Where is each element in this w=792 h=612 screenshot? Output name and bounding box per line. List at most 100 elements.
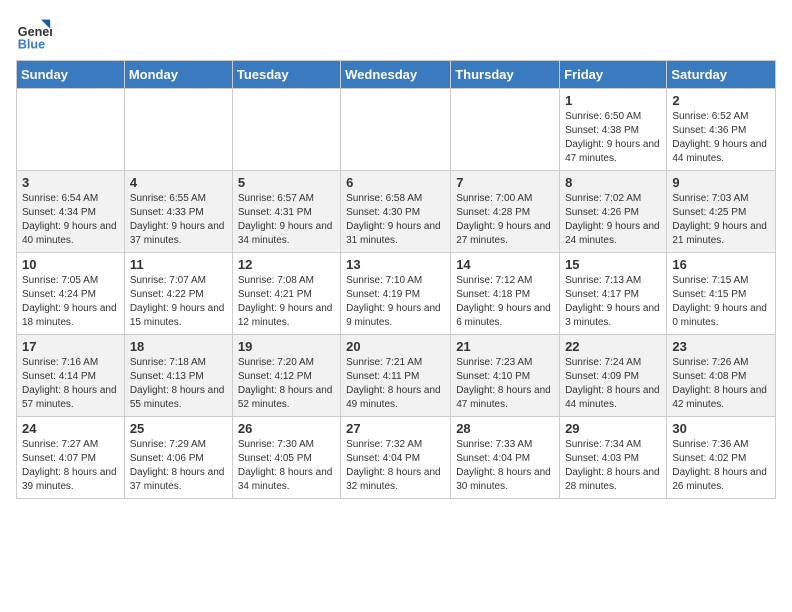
day-info: Sunrise: 7:12 AMSunset: 4:18 PMDaylight:… [456,274,554,330]
calendar-cell: 8 Sunrise: 7:02 AMSunset: 4:26 PMDayligh… [560,171,667,253]
day-info: Sunrise: 7:27 AMSunset: 4:07 PMDaylight:… [22,438,119,494]
day-number: 9 [672,175,770,190]
day-info: Sunrise: 7:02 AMSunset: 4:26 PMDaylight:… [565,192,661,248]
day-info: Sunrise: 6:58 AMSunset: 4:30 PMDaylight:… [346,192,445,248]
calendar-week-row: 3 Sunrise: 6:54 AMSunset: 4:34 PMDayligh… [17,171,776,253]
day-number: 18 [130,339,227,354]
calendar-cell: 24 Sunrise: 7:27 AMSunset: 4:07 PMDaylig… [17,417,125,499]
page-header: General Blue [16,16,776,52]
day-info: Sunrise: 6:50 AMSunset: 4:38 PMDaylight:… [565,110,661,166]
day-info: Sunrise: 6:57 AMSunset: 4:31 PMDaylight:… [238,192,335,248]
day-info: Sunrise: 7:00 AMSunset: 4:28 PMDaylight:… [456,192,554,248]
calendar-week-row: 24 Sunrise: 7:27 AMSunset: 4:07 PMDaylig… [17,417,776,499]
day-info: Sunrise: 7:05 AMSunset: 4:24 PMDaylight:… [22,274,119,330]
day-number: 3 [22,175,119,190]
calendar-cell: 26 Sunrise: 7:30 AMSunset: 4:05 PMDaylig… [232,417,340,499]
day-info: Sunrise: 7:21 AMSunset: 4:11 PMDaylight:… [346,356,445,412]
day-number: 15 [565,257,661,272]
calendar-cell: 11 Sunrise: 7:07 AMSunset: 4:22 PMDaylig… [124,253,232,335]
day-info: Sunrise: 7:13 AMSunset: 4:17 PMDaylight:… [565,274,661,330]
calendar-cell: 6 Sunrise: 6:58 AMSunset: 4:30 PMDayligh… [341,171,451,253]
day-number: 16 [672,257,770,272]
day-number: 20 [346,339,445,354]
day-number: 2 [672,93,770,108]
day-number: 4 [130,175,227,190]
day-info: Sunrise: 7:20 AMSunset: 4:12 PMDaylight:… [238,356,335,412]
day-number: 12 [238,257,335,272]
day-number: 6 [346,175,445,190]
calendar-cell: 30 Sunrise: 7:36 AMSunset: 4:02 PMDaylig… [667,417,776,499]
calendar-cell: 1 Sunrise: 6:50 AMSunset: 4:38 PMDayligh… [560,89,667,171]
weekday-header: Sunday [17,61,125,89]
day-number: 17 [22,339,119,354]
day-number: 11 [130,257,227,272]
day-number: 29 [565,421,661,436]
calendar-cell: 17 Sunrise: 7:16 AMSunset: 4:14 PMDaylig… [17,335,125,417]
calendar-cell: 3 Sunrise: 6:54 AMSunset: 4:34 PMDayligh… [17,171,125,253]
day-number: 30 [672,421,770,436]
day-info: Sunrise: 7:36 AMSunset: 4:02 PMDaylight:… [672,438,770,494]
calendar-week-row: 10 Sunrise: 7:05 AMSunset: 4:24 PMDaylig… [17,253,776,335]
calendar-cell: 10 Sunrise: 7:05 AMSunset: 4:24 PMDaylig… [17,253,125,335]
day-number: 21 [456,339,554,354]
calendar-cell: 13 Sunrise: 7:10 AMSunset: 4:19 PMDaylig… [341,253,451,335]
calendar-cell: 16 Sunrise: 7:15 AMSunset: 4:15 PMDaylig… [667,253,776,335]
day-info: Sunrise: 7:03 AMSunset: 4:25 PMDaylight:… [672,192,770,248]
day-number: 8 [565,175,661,190]
day-info: Sunrise: 7:34 AMSunset: 4:03 PMDaylight:… [565,438,661,494]
day-info: Sunrise: 7:10 AMSunset: 4:19 PMDaylight:… [346,274,445,330]
calendar-cell [232,89,340,171]
calendar-cell: 7 Sunrise: 7:00 AMSunset: 4:28 PMDayligh… [451,171,560,253]
day-info: Sunrise: 7:29 AMSunset: 4:06 PMDaylight:… [130,438,227,494]
day-number: 22 [565,339,661,354]
day-number: 10 [22,257,119,272]
day-number: 19 [238,339,335,354]
weekday-header: Thursday [451,61,560,89]
calendar-header-row: SundayMondayTuesdayWednesdayThursdayFrid… [17,61,776,89]
weekday-header: Wednesday [341,61,451,89]
day-info: Sunrise: 7:32 AMSunset: 4:04 PMDaylight:… [346,438,445,494]
calendar-cell: 4 Sunrise: 6:55 AMSunset: 4:33 PMDayligh… [124,171,232,253]
day-info: Sunrise: 6:54 AMSunset: 4:34 PMDaylight:… [22,192,119,248]
day-number: 24 [22,421,119,436]
calendar-cell: 14 Sunrise: 7:12 AMSunset: 4:18 PMDaylig… [451,253,560,335]
calendar-cell: 18 Sunrise: 7:18 AMSunset: 4:13 PMDaylig… [124,335,232,417]
calendar-cell: 21 Sunrise: 7:23 AMSunset: 4:10 PMDaylig… [451,335,560,417]
day-info: Sunrise: 7:23 AMSunset: 4:10 PMDaylight:… [456,356,554,412]
day-info: Sunrise: 6:55 AMSunset: 4:33 PMDaylight:… [130,192,227,248]
calendar-cell: 12 Sunrise: 7:08 AMSunset: 4:21 PMDaylig… [232,253,340,335]
calendar-cell: 27 Sunrise: 7:32 AMSunset: 4:04 PMDaylig… [341,417,451,499]
day-number: 26 [238,421,335,436]
calendar-cell [451,89,560,171]
day-info: Sunrise: 7:16 AMSunset: 4:14 PMDaylight:… [22,356,119,412]
day-info: Sunrise: 7:18 AMSunset: 4:13 PMDaylight:… [130,356,227,412]
calendar-cell: 29 Sunrise: 7:34 AMSunset: 4:03 PMDaylig… [560,417,667,499]
day-info: Sunrise: 7:07 AMSunset: 4:22 PMDaylight:… [130,274,227,330]
day-info: Sunrise: 6:52 AMSunset: 4:36 PMDaylight:… [672,110,770,166]
day-number: 13 [346,257,445,272]
calendar-table: SundayMondayTuesdayWednesdayThursdayFrid… [16,60,776,499]
calendar-week-row: 17 Sunrise: 7:16 AMSunset: 4:14 PMDaylig… [17,335,776,417]
calendar-cell: 9 Sunrise: 7:03 AMSunset: 4:25 PMDayligh… [667,171,776,253]
calendar-cell: 5 Sunrise: 6:57 AMSunset: 4:31 PMDayligh… [232,171,340,253]
weekday-header: Tuesday [232,61,340,89]
day-number: 5 [238,175,335,190]
day-number: 23 [672,339,770,354]
calendar-cell: 25 Sunrise: 7:29 AMSunset: 4:06 PMDaylig… [124,417,232,499]
calendar-cell: 22 Sunrise: 7:24 AMSunset: 4:09 PMDaylig… [560,335,667,417]
calendar-cell [341,89,451,171]
day-number: 27 [346,421,445,436]
day-info: Sunrise: 7:24 AMSunset: 4:09 PMDaylight:… [565,356,661,412]
day-number: 28 [456,421,554,436]
day-info: Sunrise: 7:33 AMSunset: 4:04 PMDaylight:… [456,438,554,494]
weekday-header: Friday [560,61,667,89]
logo-icon: General Blue [16,16,52,52]
day-info: Sunrise: 7:15 AMSunset: 4:15 PMDaylight:… [672,274,770,330]
calendar-cell [124,89,232,171]
calendar-cell: 19 Sunrise: 7:20 AMSunset: 4:12 PMDaylig… [232,335,340,417]
weekday-header: Saturday [667,61,776,89]
day-info: Sunrise: 7:26 AMSunset: 4:08 PMDaylight:… [672,356,770,412]
logo: General Blue [16,16,52,52]
day-number: 25 [130,421,227,436]
calendar-cell: 23 Sunrise: 7:26 AMSunset: 4:08 PMDaylig… [667,335,776,417]
